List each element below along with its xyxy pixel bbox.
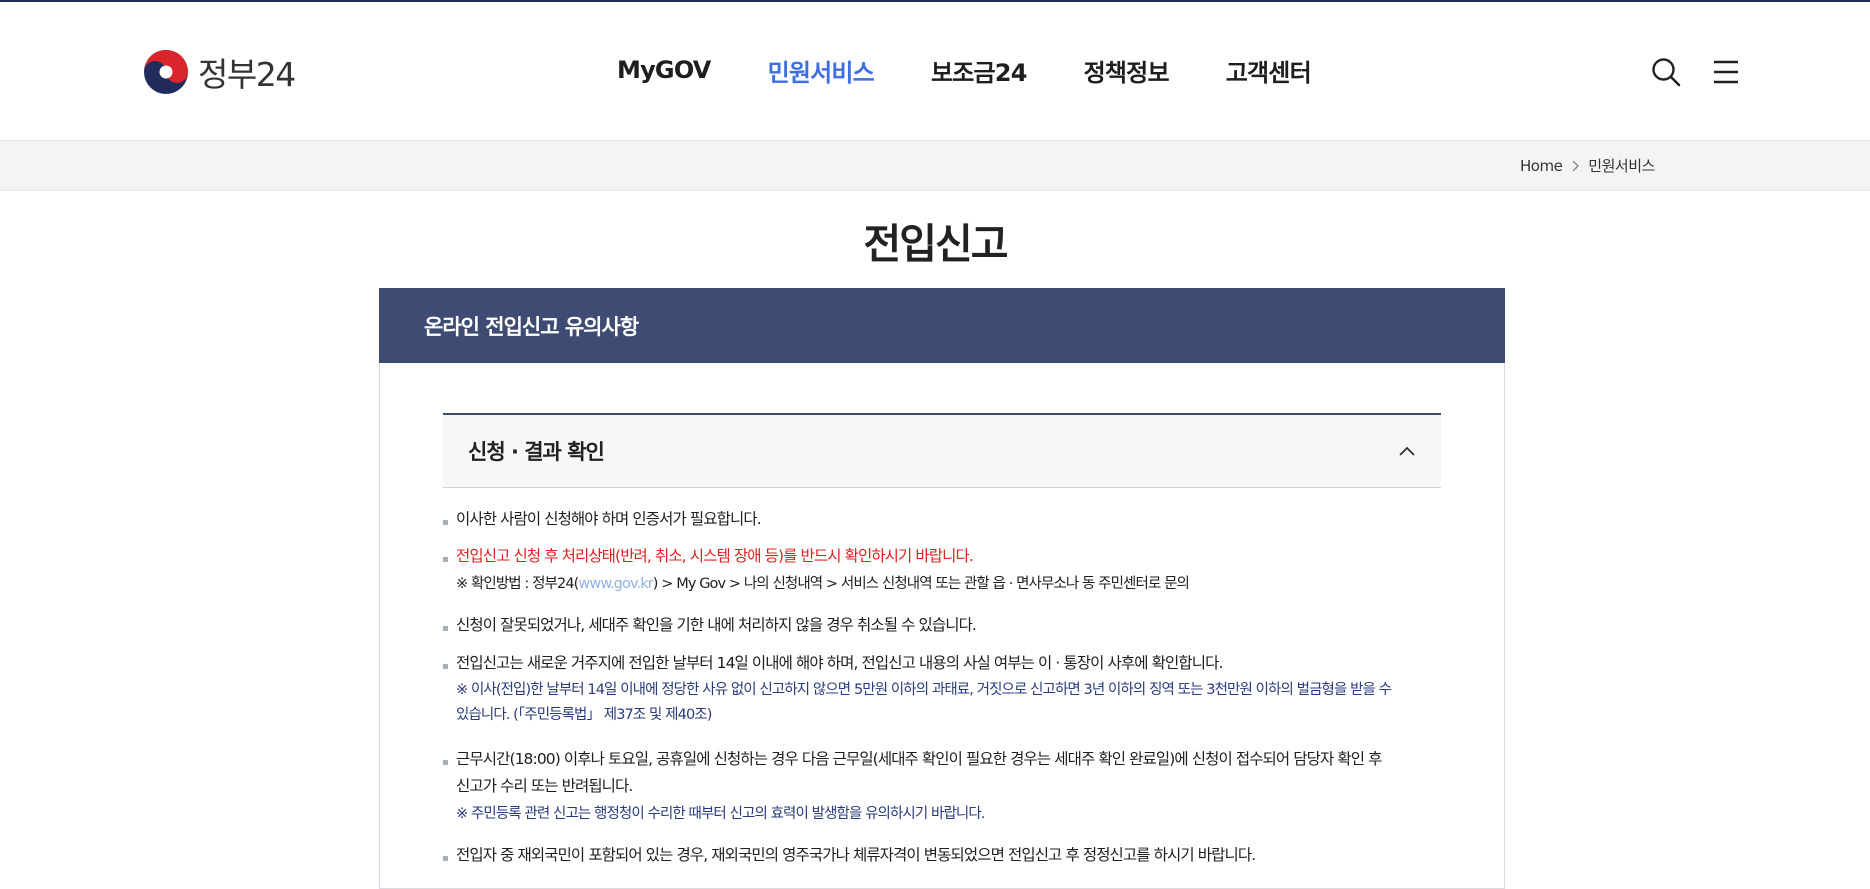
- breadcrumb: Home 민원서비스: [1520, 155, 1655, 176]
- nav-customer-center[interactable]: 고객센터: [1226, 53, 1312, 88]
- breadcrumb-home[interactable]: Home: [1520, 157, 1563, 175]
- item-note-line2: 있습니다. (「주민등록법」 제37조 및 제40조): [456, 707, 712, 723]
- bullet: [443, 856, 448, 861]
- gov-kr-link[interactable]: www.gov.kr: [578, 576, 653, 592]
- logo-text: 정부24: [198, 55, 296, 94]
- item-text: 전입신고는 새로운 거주지에 전입한 날부터 14일 이내에 해야 하며, 전입…: [456, 654, 1223, 672]
- taegeuk-logo-icon: [144, 50, 188, 94]
- search-icon[interactable]: [1650, 56, 1682, 88]
- bullet: [443, 626, 448, 631]
- item-text-warning: 전입신고 신청 후 처리상태(반려, 취소, 시스템 장애 등)를 반드시 확인…: [456, 547, 974, 565]
- page-title: 전입신고: [863, 220, 1009, 268]
- gov24-logo[interactable]: 정부24: [142, 47, 296, 97]
- item-note-line1: ※ 이사(전입)한 날부터 14일 이내에 정당한 사유 없이 신고하지 않으면…: [456, 682, 1392, 698]
- note-prefix: ※ 확인방법 : 정부24(: [456, 576, 579, 592]
- note-suffix: ) > My Gov > 나의 신청내역 > 서비스 신청내역 또는 관할 읍 …: [652, 576, 1190, 592]
- bullet: [443, 520, 448, 525]
- chevron-up-icon[interactable]: [1397, 441, 1417, 461]
- breadcrumb-current: 민원서비스: [1588, 157, 1655, 175]
- nav-policy-info[interactable]: 정책정보: [1084, 53, 1170, 88]
- item-text: 신청이 잘못되었거나, 세대주 확인을 기한 내에 처리하지 않을 경우 취소될…: [456, 616, 977, 634]
- item-note: ※ 확인방법 : 정부24(www.gov.kr) > My Gov > 나의 …: [456, 572, 1190, 597]
- notice-title: 온라인 전입신고 유의사항: [424, 315, 639, 339]
- nav-mygov[interactable]: MyGOV: [617, 56, 711, 84]
- item-note: ※ 주민등록 관련 신고는 행정청이 수리한 때부터 신고의 효력이 발생함을 …: [456, 806, 985, 822]
- breadcrumb-bar: Home 민원서비스: [0, 140, 1870, 191]
- main-nav: MyGOV 민원서비스 보조금24 정책정보 고객센터: [617, 50, 1368, 90]
- item-text: 이사한 사람이 신청해야 하며 인증서가 필요합니다.: [456, 510, 762, 528]
- chevron-right-icon: [1572, 160, 1580, 171]
- nav-subsidy24[interactable]: 보조금24: [931, 53, 1027, 88]
- site-header: 정부24 MyGOV 민원서비스 보조금24 정책정보 고객센터: [0, 2, 1870, 140]
- bullet: [443, 664, 448, 669]
- notice-panel: 온라인 전입신고 유의사항 신청 · 결과 확인 이사한 사람이 신청해야 하며…: [379, 288, 1505, 889]
- bullet: [443, 557, 448, 562]
- item-text: 전입자 중 재외국민이 포함되어 있는 경우, 재외국민의 영주국가나 체류자격…: [456, 846, 1256, 864]
- bullet: [443, 760, 448, 765]
- hamburger-menu-icon[interactable]: [1710, 56, 1742, 88]
- accordion-header-apply-result[interactable]: 신청 · 결과 확인: [443, 413, 1441, 488]
- item-text-line1: 근무시간(18:00) 이후나 토요일, 공휴일에 신청하는 경우 다음 근무일…: [456, 750, 1382, 768]
- nav-civil-service[interactable]: 민원서비스: [768, 53, 875, 88]
- accordion-title: 신청 · 결과 확인: [468, 440, 605, 464]
- notice-header: 온라인 전입신고 유의사항: [379, 288, 1505, 363]
- item-text-line2: 신고가 수리 또는 반려됩니다.: [456, 777, 633, 795]
